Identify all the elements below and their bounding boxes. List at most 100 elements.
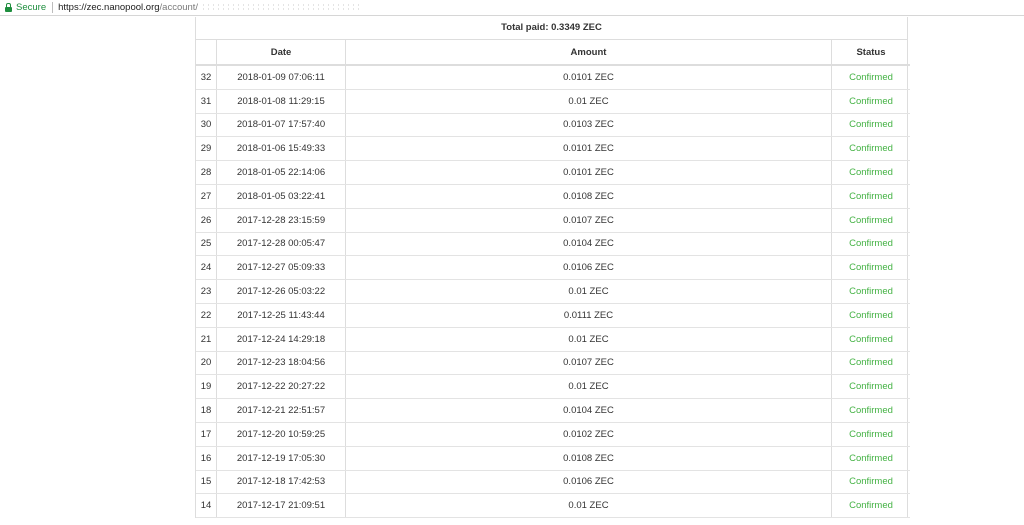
row-number: 19 <box>196 374 217 400</box>
row-amount: 0.01 ZEC <box>345 374 832 400</box>
table-row: 18 2017-12-21 22:51:57 0.0104 ZEC Confirmed <box>196 398 910 423</box>
row-number: 21 <box>196 327 217 352</box>
row-number: 16 <box>196 446 217 471</box>
row-number: 26 <box>196 208 217 233</box>
row-date: 2018-01-05 03:22:41 <box>216 184 346 209</box>
row-amount: 0.0102 ZEC <box>345 422 832 447</box>
row-status: Confirmed <box>831 113 910 138</box>
row-status: Confirmed <box>831 470 910 495</box>
address-separator <box>52 2 54 13</box>
row-amount: 0.0101 ZEC <box>345 136 832 162</box>
table-row: 24 2017-12-27 05:09:33 0.0106 ZEC Confirmed <box>196 255 910 281</box>
row-number: 20 <box>196 351 217 376</box>
row-amount: 0.01 ZEC <box>345 279 832 304</box>
row-date: 2017-12-26 05:03:22 <box>216 279 346 304</box>
table-row: 30 2018-01-07 17:57:40 0.0103 ZEC Confirmed <box>196 113 910 138</box>
address-bar[interactable]: Secure https://zec.nanopool.org/account/ <box>0 0 1024 16</box>
table-row: 23 2017-12-26 05:03:22 0.01 ZEC Confirmed <box>196 279 910 304</box>
row-status: Confirmed <box>831 160 910 185</box>
row-status: Confirmed <box>831 279 910 304</box>
secure-label: Secure <box>16 2 47 13</box>
row-date: 2017-12-20 10:59:25 <box>216 422 346 447</box>
row-date: 2018-01-08 11:29:15 <box>216 89 346 114</box>
column-header-number <box>196 40 217 66</box>
table-row: 25 2017-12-28 00:05:47 0.0104 ZEC Confirmed <box>196 232 910 257</box>
column-header-date: Date <box>216 40 346 66</box>
url-host: https://zec.nanopool.org <box>58 2 160 13</box>
row-number: 29 <box>196 136 217 162</box>
row-number: 24 <box>196 255 217 281</box>
row-status: Confirmed <box>831 208 910 233</box>
row-number: 14 <box>196 493 217 519</box>
row-amount: 0.0101 ZEC <box>345 160 832 185</box>
table-row: 32 2018-01-09 07:06:11 0.0101 ZEC Confirmed <box>196 65 910 90</box>
row-number: 17 <box>196 422 217 447</box>
row-date: 2017-12-17 21:09:51 <box>216 493 346 519</box>
table-row: 15 2017-12-18 17:42:53 0.0106 ZEC Confirmed <box>196 470 910 495</box>
column-header-amount: Amount <box>345 40 832 66</box>
row-status: Confirmed <box>831 422 910 447</box>
row-date: 2018-01-06 15:49:33 <box>216 136 346 162</box>
url-path: /account/ <box>159 2 199 13</box>
row-date: 2017-12-27 05:09:33 <box>216 255 346 281</box>
row-amount: 0.01 ZEC <box>345 89 832 114</box>
row-amount: 0.0101 ZEC <box>345 65 832 90</box>
table-row: 22 2017-12-25 11:43:44 0.0111 ZEC Confirmed <box>196 303 910 328</box>
row-number: 25 <box>196 232 217 257</box>
row-amount: 0.0106 ZEC <box>345 470 832 495</box>
total-paid: Total paid: 0.3349 ZEC <box>196 17 907 40</box>
row-number: 30 <box>196 113 217 138</box>
row-amount: 0.0104 ZEC <box>345 232 832 257</box>
row-number: 27 <box>196 184 217 209</box>
row-status: Confirmed <box>831 136 910 162</box>
row-status: Confirmed <box>831 232 910 257</box>
redacted-url-segment <box>201 2 362 12</box>
row-date: 2017-12-28 00:05:47 <box>216 232 346 257</box>
row-date: 2017-12-28 23:15:59 <box>216 208 346 233</box>
column-header-status: Status <box>831 40 910 66</box>
row-status: Confirmed <box>831 65 910 90</box>
row-amount: 0.0107 ZEC <box>345 351 832 376</box>
table-row: 27 2018-01-05 03:22:41 0.0108 ZEC Confirmed <box>196 184 910 209</box>
row-date: 2017-12-25 11:43:44 <box>216 303 346 328</box>
payments-table: Date Amount Status 32 2018-01-09 07:06:11… <box>196 40 910 519</box>
row-date: 2017-12-19 17:05:30 <box>216 446 346 471</box>
table-row: 16 2017-12-19 17:05:30 0.0108 ZEC Confirmed <box>196 446 910 471</box>
table-row: 19 2017-12-22 20:27:22 0.01 ZEC Confirmed <box>196 374 910 400</box>
row-date: 2018-01-05 22:14:06 <box>216 160 346 185</box>
row-number: 22 <box>196 303 217 328</box>
row-amount: 0.0103 ZEC <box>345 113 832 138</box>
table-row: 17 2017-12-20 10:59:25 0.0102 ZEC Confirmed <box>196 422 910 447</box>
row-amount: 0.01 ZEC <box>345 327 832 352</box>
table-row: 26 2017-12-28 23:15:59 0.0107 ZEC Confirmed <box>196 208 910 233</box>
row-date: 2017-12-21 22:51:57 <box>216 398 346 423</box>
table-row: 28 2018-01-05 22:14:06 0.0101 ZEC Confirmed <box>196 160 910 185</box>
table-row: 29 2018-01-06 15:49:33 0.0101 ZEC Confirmed <box>196 136 910 162</box>
row-amount: 0.0104 ZEC <box>345 398 832 423</box>
url-text[interactable]: https://zec.nanopool.org/account/ <box>58 2 362 13</box>
payments-table-body: 32 2018-01-09 07:06:11 0.0101 ZEC Confirmed… <box>196 65 910 519</box>
table-row: 14 2017-12-17 21:09:51 0.01 ZEC Confirmed <box>196 493 910 519</box>
row-number: 23 <box>196 279 217 304</box>
row-status: Confirmed <box>831 303 910 328</box>
row-amount: 0.0108 ZEC <box>345 446 832 471</box>
row-date: 2018-01-09 07:06:11 <box>216 65 346 90</box>
row-status: Confirmed <box>831 184 910 209</box>
row-number: 18 <box>196 398 217 423</box>
row-amount: 0.0106 ZEC <box>345 255 832 281</box>
row-date: 2017-12-23 18:04:56 <box>216 351 346 376</box>
payments-panel: Total paid: 0.3349 ZEC Date Amount Statu… <box>195 17 910 519</box>
table-row: 31 2018-01-08 11:29:15 0.01 ZEC Confirmed <box>196 89 910 114</box>
row-status: Confirmed <box>831 255 910 281</box>
row-amount: 0.0108 ZEC <box>345 184 832 209</box>
row-status: Confirmed <box>831 374 910 400</box>
row-date: 2017-12-22 20:27:22 <box>216 374 346 400</box>
lock-icon <box>5 3 12 12</box>
row-amount: 0.01 ZEC <box>345 493 832 519</box>
row-amount: 0.0107 ZEC <box>345 208 832 233</box>
table-header-row: Date Amount Status <box>196 40 910 66</box>
table-row: 21 2017-12-24 14:29:18 0.01 ZEC Confirmed <box>196 327 910 352</box>
row-status: Confirmed <box>831 398 910 423</box>
row-number: 15 <box>196 470 217 495</box>
row-date: 2017-12-18 17:42:53 <box>216 470 346 495</box>
